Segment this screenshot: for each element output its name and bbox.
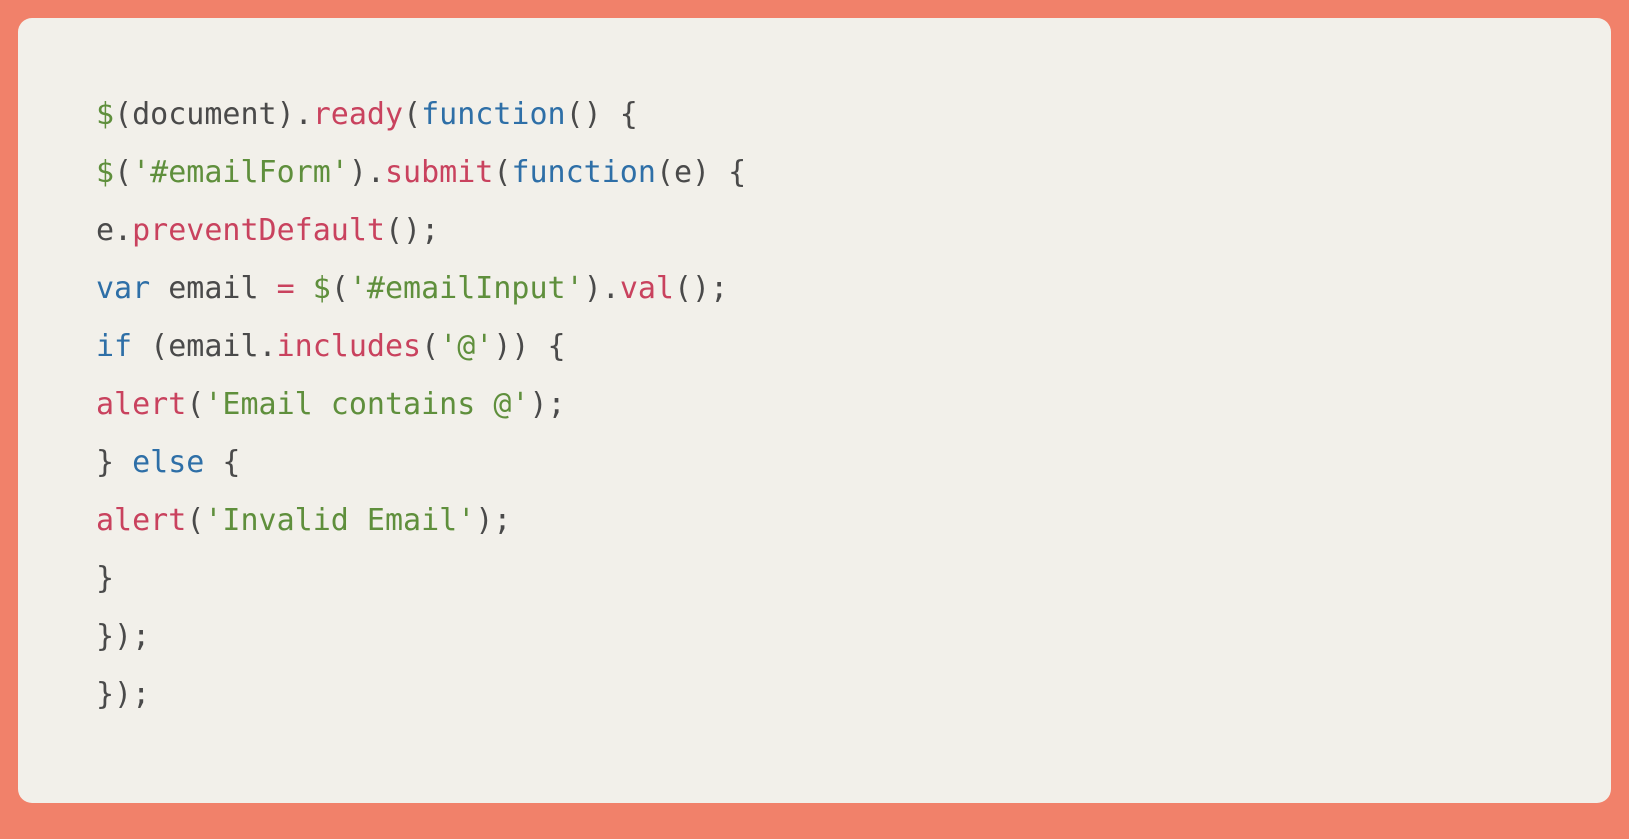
code-token: ).	[277, 97, 313, 132]
code-line: }	[96, 561, 114, 596]
code-token: (	[403, 97, 421, 132]
code-token: $	[96, 97, 114, 132]
code-token: });	[96, 619, 150, 654]
code-token: ).	[584, 271, 620, 306]
code-token: 'Invalid Email'	[204, 503, 475, 538]
code-line: });	[96, 619, 150, 654]
code-token: 'Email contains @'	[204, 387, 529, 422]
code-token: preventDefault	[132, 213, 385, 248]
code-line: e.preventDefault();	[96, 213, 439, 248]
code-token: () {	[566, 97, 638, 132]
code-token: }	[96, 561, 114, 596]
code-token: ).	[349, 155, 385, 190]
code-line: } else {	[96, 445, 241, 480]
code-token: function	[511, 155, 656, 190]
code-token: {	[204, 445, 240, 480]
code-token: });	[96, 677, 150, 712]
code-token: }	[96, 445, 132, 480]
code-token: '@'	[439, 329, 493, 364]
code-token: (	[493, 155, 511, 190]
code-token: );	[475, 503, 511, 538]
code-token: alert	[96, 503, 186, 538]
code-token: (email.	[132, 329, 277, 364]
code-token: ();	[385, 213, 439, 248]
code-token: submit	[385, 155, 493, 190]
code-token: email	[150, 271, 276, 306]
code-token: (	[421, 329, 439, 364]
code-token: includes	[277, 329, 422, 364]
code-token: $	[96, 155, 114, 190]
code-line: $(document).ready(function() {	[96, 97, 638, 132]
code-line: });	[96, 677, 150, 712]
code-token: if	[96, 329, 132, 364]
code-token: (	[114, 155, 132, 190]
code-token: else	[132, 445, 204, 480]
code-token: =	[277, 271, 295, 306]
code-token: ready	[313, 97, 403, 132]
code-token: (	[186, 503, 204, 538]
code-token: e.	[96, 213, 132, 248]
code-line: if (email.includes('@')) {	[96, 329, 566, 364]
code-token	[295, 271, 313, 306]
code-token: (	[331, 271, 349, 306]
code-token: var	[96, 271, 150, 306]
code-line: alert('Email contains @');	[96, 387, 566, 422]
code-token: document	[132, 97, 277, 132]
code-token: (	[114, 97, 132, 132]
code-line: var email = $('#emailInput').val();	[96, 271, 728, 306]
code-line: $('#emailForm').submit(function(e) {	[96, 155, 746, 190]
code-token: (e) {	[656, 155, 746, 190]
code-token: )) {	[493, 329, 565, 364]
code-token: '#emailForm'	[132, 155, 349, 190]
code-token: $	[313, 271, 331, 306]
code-token: (	[186, 387, 204, 422]
code-block: $(document).ready(function() { $('#email…	[18, 18, 1611, 724]
code-block-frame: $(document).ready(function() { $('#email…	[18, 18, 1611, 803]
code-token: alert	[96, 387, 186, 422]
code-token: );	[529, 387, 565, 422]
code-token: '#emailInput'	[349, 271, 584, 306]
code-token: val	[620, 271, 674, 306]
code-line: alert('Invalid Email');	[96, 503, 511, 538]
code-token: function	[421, 97, 566, 132]
code-token: ();	[674, 271, 728, 306]
